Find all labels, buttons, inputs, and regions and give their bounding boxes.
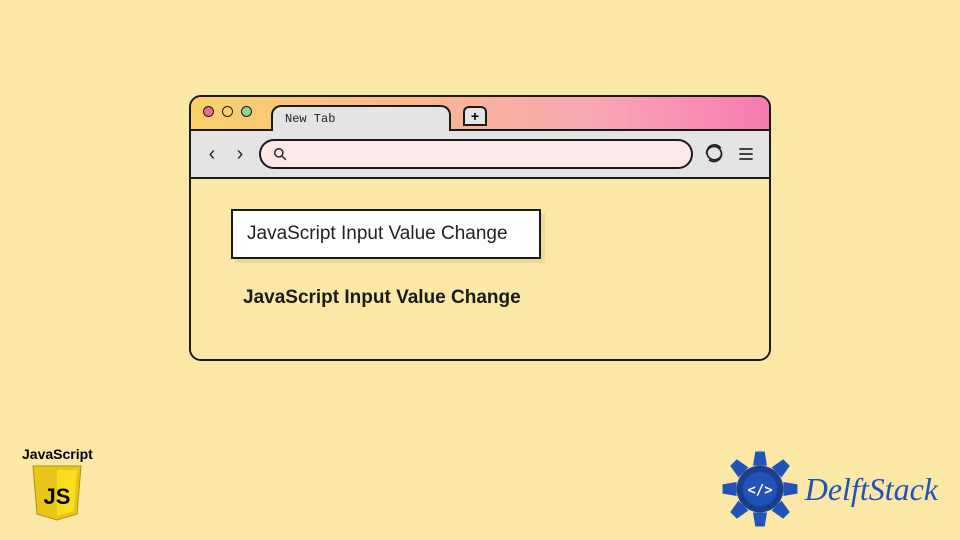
javascript-logo: JavaScript JS [22,446,93,522]
new-tab-button[interactable]: + [463,106,487,126]
tab-label: New Tab [285,112,335,126]
hamburger-icon [736,144,756,164]
svg-text:JS: JS [44,484,71,509]
minimize-icon[interactable] [222,106,233,117]
delftstack-logo: </> DelftStack [721,450,938,528]
toolbar: ‹ › [191,129,769,177]
maximize-icon[interactable] [241,106,252,117]
back-button[interactable]: ‹ [203,143,221,166]
output-text: JavaScript Input Value Change [243,287,741,309]
delftstack-icon: </> [721,450,799,528]
url-bar[interactable] [259,139,693,169]
tab-new[interactable]: New Tab [271,105,451,131]
reload-icon [704,144,724,164]
javascript-label: JavaScript [22,446,93,462]
text-input[interactable]: JavaScript Input Value Change [231,209,541,259]
svg-text:</>: </> [747,482,772,498]
js-shield-icon: JS [31,464,83,522]
delftstack-text: DelftStack [805,471,938,508]
tab-strip: New Tab + [191,97,769,129]
browser-window: New Tab + ‹ › Ja [189,95,771,361]
plus-icon: + [471,108,479,124]
search-icon [273,147,287,161]
window-controls [203,106,252,117]
reload-button[interactable] [703,144,725,164]
page-content: JavaScript Input Value Change JavaScript… [191,177,769,359]
forward-button[interactable]: › [231,143,249,166]
menu-button[interactable] [735,144,757,164]
close-icon[interactable] [203,106,214,117]
